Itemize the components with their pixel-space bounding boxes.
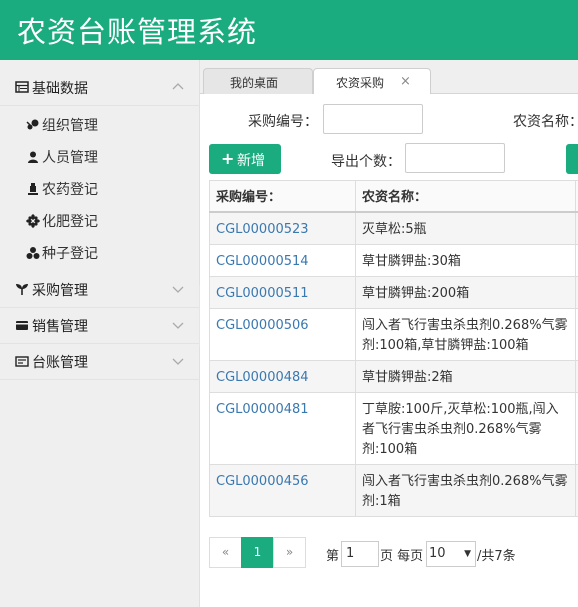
card-icon bbox=[15, 318, 29, 332]
table-row[interactable]: CGL00000481 丁草胺:100斤,灭草松:100瓶,闯入者飞行害虫杀虫剂… bbox=[209, 393, 578, 465]
page-suffix: 页 每页 bbox=[380, 549, 424, 564]
chevron-up-icon bbox=[172, 83, 184, 90]
person-icon bbox=[26, 150, 40, 164]
purchase-code-input[interactable] bbox=[323, 104, 423, 134]
page-1-button[interactable]: 1 bbox=[241, 537, 274, 568]
table-row[interactable]: CGL00000506 闯入者飞行害虫杀虫剂0.268%气雾剂:100箱,草甘膦… bbox=[209, 309, 578, 361]
chevron-down-icon bbox=[172, 286, 184, 293]
add-button-label: 新增 bbox=[237, 153, 265, 169]
table-row[interactable]: CGL00000456 闯入者飞行害虫杀虫剂0.268%气雾剂:1箱 bbox=[209, 465, 578, 517]
export-count-input[interactable] bbox=[405, 143, 505, 173]
caret-down-icon: ▼ bbox=[464, 549, 471, 559]
organization-icon bbox=[26, 118, 40, 132]
per-page-value: 10 bbox=[429, 546, 446, 561]
app-title: 农资台账管理系统 bbox=[17, 15, 258, 49]
tab-label: 农资采购 bbox=[336, 76, 385, 90]
ledger-icon bbox=[15, 354, 29, 368]
leaf-icon bbox=[15, 282, 29, 296]
sidebar-group-basic-data[interactable]: 基础数据 bbox=[0, 70, 200, 106]
sidebar-group-purchase[interactable]: 采购管理 bbox=[0, 272, 200, 308]
agri-name-cell: 闯入者飞行害虫杀虫剂0.268%气雾剂:1箱 bbox=[362, 474, 568, 509]
sidebar-item-personnel[interactable]: 人员管理 bbox=[0, 141, 200, 173]
sidebar-item-label: 组织管理 bbox=[42, 118, 98, 134]
table-header-row: 采购编号： 农资名称： bbox=[209, 181, 578, 213]
per-page-select[interactable]: 10 ▼ bbox=[426, 541, 476, 567]
agri-name-cell: 闯入者飞行害虫杀虫剂0.268%气雾剂:100箱,草甘膦钾盐:100箱 bbox=[362, 318, 568, 353]
tab-my-desktop[interactable]: 我的桌面 bbox=[203, 68, 313, 95]
page-prefix: 第 bbox=[326, 549, 340, 564]
agri-name-cell: 草甘膦钾盐:200箱 bbox=[362, 286, 470, 301]
table-row[interactable]: CGL00000514 草甘膦钾盐:30箱 bbox=[209, 245, 578, 277]
tab-agri-purchase[interactable]: 农资采购 × bbox=[313, 68, 431, 95]
seed-icon bbox=[26, 246, 40, 260]
sidebar: 基础数据 组织管理 人员管理 农药登记 化肥登记 种子登记 采购管理 销售管理 … bbox=[0, 60, 200, 607]
purchase-code-link[interactable]: CGL00000481 bbox=[216, 400, 351, 420]
sidebar-item-organization[interactable]: 组织管理 bbox=[0, 109, 200, 141]
page-number-input[interactable]: 1 bbox=[341, 541, 379, 567]
sidebar-item-label: 人员管理 bbox=[42, 150, 98, 166]
agri-name-cell: 草甘膦钾盐:30箱 bbox=[362, 254, 461, 269]
prev-page-button[interactable]: « bbox=[209, 537, 242, 568]
app-header: 农资台账管理系统 bbox=[0, 0, 578, 60]
purchase-table: 采购编号： 农资名称： CGL00000523 灭草松:5瓶 CGL000005… bbox=[209, 180, 578, 517]
tab-label: 我的桌面 bbox=[230, 76, 279, 90]
sidebar-item-fertilizer[interactable]: 化肥登记 bbox=[0, 205, 200, 237]
purchase-code-link[interactable]: CGL00000506 bbox=[216, 316, 351, 336]
sidebar-group-sales[interactable]: 销售管理 bbox=[0, 308, 200, 344]
chevron-down-icon bbox=[172, 358, 184, 365]
sidebar-group-label: 销售管理 bbox=[32, 319, 88, 335]
sidebar-group-label: 台账管理 bbox=[32, 355, 88, 371]
purchase-code-label: 采购编号： bbox=[248, 114, 318, 130]
export-count-label: 导出个数： bbox=[331, 154, 401, 170]
chevron-down-icon bbox=[172, 322, 184, 329]
sidebar-group-label: 基础数据 bbox=[32, 81, 88, 97]
column-header: 采购编号： bbox=[216, 190, 282, 205]
plus-icon: + bbox=[221, 149, 235, 168]
purchase-code-link[interactable]: CGL00000511 bbox=[216, 284, 351, 304]
table-icon bbox=[15, 80, 29, 94]
add-button[interactable]: + 新增 bbox=[209, 144, 281, 174]
sidebar-group-ledger[interactable]: 台账管理 bbox=[0, 344, 200, 380]
table-row[interactable]: CGL00000523 灭草松:5瓶 bbox=[209, 213, 578, 245]
search-button[interactable] bbox=[566, 144, 578, 174]
fertilizer-icon bbox=[26, 214, 40, 228]
purchase-code-link[interactable]: CGL00000456 bbox=[216, 472, 351, 492]
close-icon[interactable]: × bbox=[400, 74, 411, 89]
sidebar-item-seed[interactable]: 种子登记 bbox=[0, 237, 200, 269]
column-header: 农资名称： bbox=[362, 190, 428, 205]
sidebar-item-label: 化肥登记 bbox=[42, 214, 98, 230]
purchase-code-link[interactable]: CGL00000514 bbox=[216, 252, 351, 272]
table-row[interactable]: CGL00000484 草甘膦钾盐:2箱 bbox=[209, 361, 578, 393]
pesticide-icon bbox=[26, 182, 40, 196]
table-row[interactable]: CGL00000511 草甘膦钾盐:200箱 bbox=[209, 277, 578, 309]
next-page-button[interactable]: » bbox=[273, 537, 306, 568]
sidebar-group-label: 采购管理 bbox=[32, 283, 88, 299]
agri-name-label: 农资名称： bbox=[513, 114, 578, 130]
main-content: 采购编号： 农资名称： + 新增 导出个数： 采购编号： 农资名称： CGL00… bbox=[200, 94, 578, 607]
total-count: /共7条 bbox=[477, 549, 516, 564]
purchase-code-link[interactable]: CGL00000523 bbox=[216, 220, 351, 240]
tab-bar: 我的桌面 农资采购 × bbox=[200, 60, 578, 95]
sidebar-item-label: 农药登记 bbox=[42, 182, 98, 198]
sidebar-item-label: 种子登记 bbox=[42, 246, 98, 262]
agri-name-cell: 灭草松:5瓶 bbox=[362, 222, 427, 237]
agri-name-cell: 丁草胺:100斤,灭草松:100瓶,闯入者飞行害虫杀虫剂0.268%气雾剂:10… bbox=[362, 402, 559, 457]
purchase-code-link[interactable]: CGL00000484 bbox=[216, 368, 351, 388]
sidebar-item-pesticide[interactable]: 农药登记 bbox=[0, 173, 200, 205]
agri-name-cell: 草甘膦钾盐:2箱 bbox=[362, 370, 453, 385]
